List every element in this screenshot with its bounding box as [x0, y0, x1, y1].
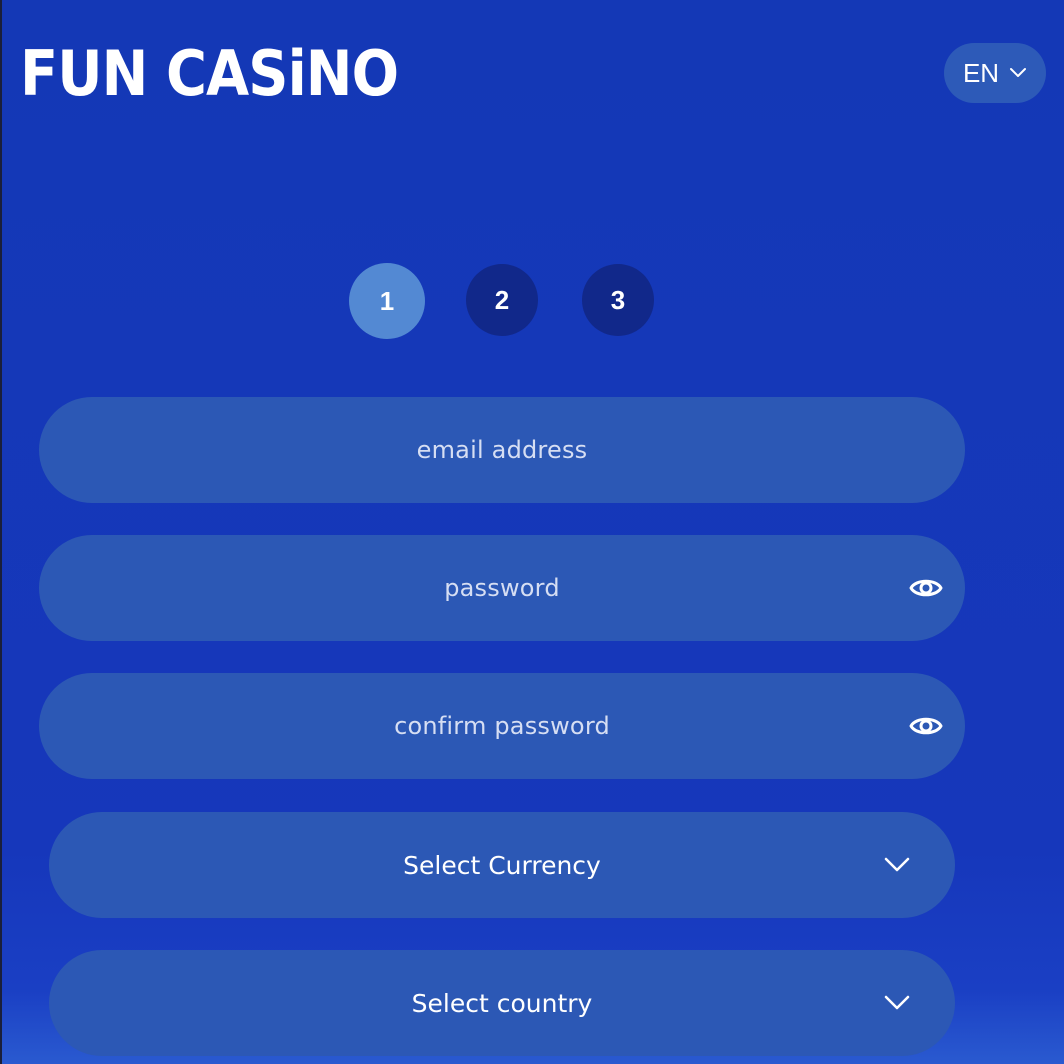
- country-select[interactable]: Select country: [49, 950, 955, 1056]
- step-3[interactable]: 3: [582, 264, 654, 336]
- eye-icon[interactable]: [909, 572, 943, 604]
- window-edge: [0, 0, 2, 1064]
- country-select-label: Select country: [411, 988, 593, 1018]
- chevron-down-icon: [883, 993, 911, 1013]
- step-2[interactable]: 2: [466, 264, 538, 336]
- email-placeholder: email address: [416, 436, 588, 464]
- step-1[interactable]: 1: [349, 263, 425, 339]
- registration-stepper: 1 2 3: [0, 262, 1064, 339]
- chevron-down-icon: [1009, 67, 1027, 79]
- language-selector[interactable]: EN: [944, 43, 1046, 103]
- currency-select-label: Select Currency: [403, 850, 601, 880]
- brand-logo[interactable]: FUN CASiNO: [20, 38, 399, 110]
- chevron-down-icon: [883, 855, 911, 875]
- language-label: EN: [962, 57, 1000, 88]
- password-placeholder: password: [444, 574, 560, 602]
- confirm-password-placeholder: confirm password: [394, 712, 610, 740]
- email-field[interactable]: email address: [39, 397, 965, 503]
- password-field[interactable]: password: [39, 535, 965, 641]
- eye-icon[interactable]: [909, 710, 943, 742]
- confirm-password-field[interactable]: confirm password: [39, 673, 965, 779]
- currency-select[interactable]: Select Currency: [49, 812, 955, 918]
